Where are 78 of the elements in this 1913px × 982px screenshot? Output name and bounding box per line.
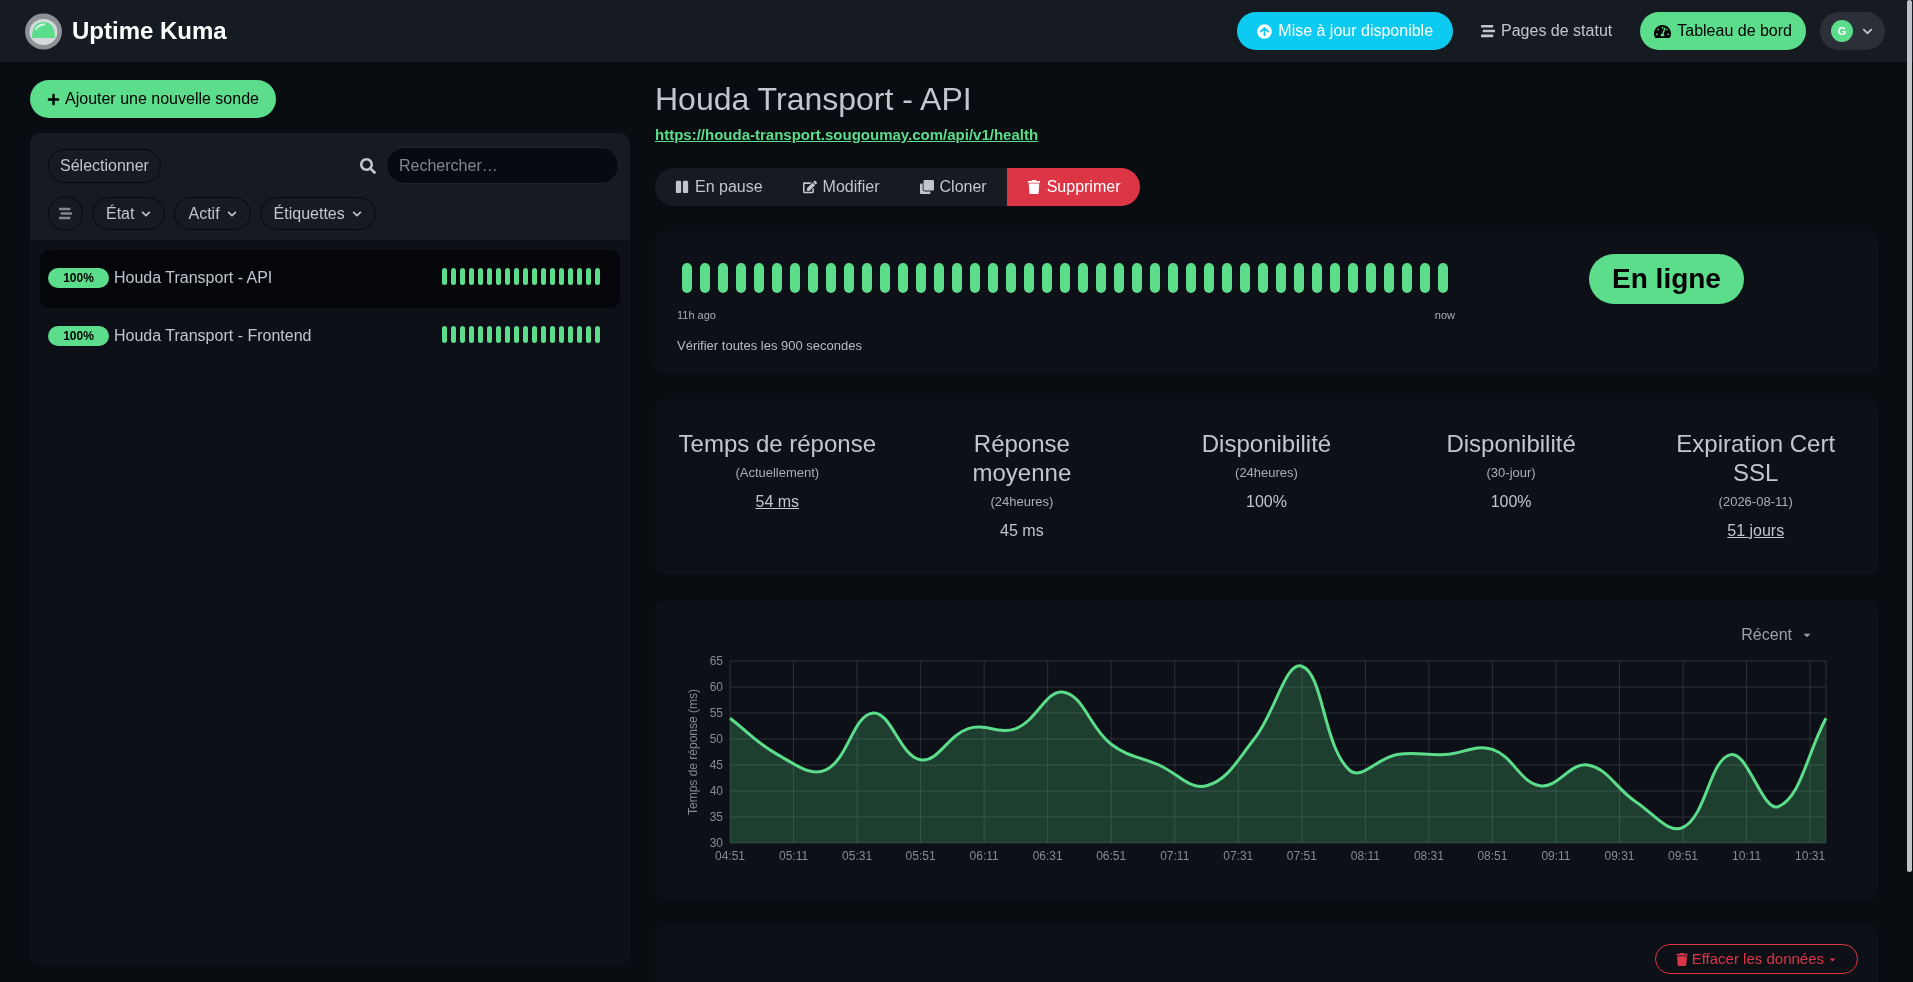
lines-icon <box>59 207 72 220</box>
axis-tick-label: 40 <box>709 784 723 798</box>
stat-title: Temps de réponse <box>677 429 877 458</box>
copy-icon <box>919 180 934 194</box>
check-interval-text: Vérifier toutes les 900 secondes <box>677 336 862 355</box>
axis-tick-label: 05:51 <box>905 849 936 863</box>
uptime-badge: 100% <box>48 268 109 288</box>
stat-title: Disponibilité <box>1200 429 1333 458</box>
axis-tick-label: 06:51 <box>1096 849 1127 863</box>
search-icon <box>360 157 376 174</box>
monitor-url-link[interactable]: https://houda-transport.sougoumay.com/api/v1/health <box>655 126 1039 144</box>
axis-tick-label: 09:31 <box>1604 849 1635 863</box>
status-pages-link[interactable]: Pages de statut <box>1467 12 1627 50</box>
axis-tick-label: 10:11 <box>1732 849 1762 863</box>
gauge-icon <box>1654 22 1672 40</box>
axis-tick-label: 35 <box>709 810 723 824</box>
axis-tick-label: 08:31 <box>1413 849 1444 863</box>
clone-button[interactable]: Cloner <box>899 168 1007 206</box>
stat-period: (24heures) <box>1235 464 1298 482</box>
axis-tick-label: 30 <box>709 836 723 850</box>
status-badge: En ligne <box>1589 254 1744 304</box>
axis-tick-label: 08:11 <box>1350 849 1380 863</box>
axis-tick-label: 05:11 <box>778 849 809 863</box>
stat-value-link[interactable]: 54 ms <box>755 489 800 514</box>
pause-button[interactable]: En pause <box>655 168 783 206</box>
edit-button[interactable]: Modifier <box>782 168 900 206</box>
dashboard-button[interactable]: Tableau de bord <box>1640 12 1806 50</box>
monitor-name: Houda Transport - API <box>114 268 273 288</box>
plus-icon <box>47 92 60 106</box>
axis-tick-label: 07:11 <box>1160 849 1190 863</box>
stat-title: Réponse moyenne <box>971 429 1073 487</box>
stat-value: 45 ms <box>1000 520 1044 541</box>
stat-title: Disponibilité <box>1445 429 1577 458</box>
lines-icon <box>1481 24 1496 38</box>
edit-icon <box>802 180 817 194</box>
monitor-title: Houda Transport - API <box>655 80 972 118</box>
logo-icon <box>25 12 62 50</box>
stat-period: (2026-08-11) <box>1718 493 1793 511</box>
axis-tick-label: 07:51 <box>1286 849 1317 863</box>
stat-period: (Actuellement) <box>735 464 820 482</box>
pause-icon <box>675 180 689 194</box>
trash-icon <box>1026 180 1041 194</box>
axis-tick-label: 60 <box>709 680 723 694</box>
add-monitor-button[interactable]: Ajouter une nouvelle sonde <box>30 80 276 118</box>
trash-icon <box>1675 952 1688 966</box>
axis-tick-label: 65 <box>709 654 723 668</box>
monitor-name: Houda Transport - Frontend <box>114 326 312 346</box>
axis-tick-label: 07:31 <box>1223 849 1254 863</box>
axis-tick-label: 50 <box>709 732 723 746</box>
timeline-end-label: now <box>1434 308 1455 323</box>
stat-value: 100% <box>1246 491 1287 512</box>
app-name: Uptime Kuma <box>72 16 227 46</box>
chevron-down-icon <box>226 208 237 219</box>
chevron-down-icon <box>141 208 152 219</box>
axis-tick-label: 10:31 <box>1795 849 1826 863</box>
axis-tick-label: 45 <box>709 758 723 772</box>
search-field[interactable]: Rechercher… <box>386 147 619 184</box>
stat-period: (30-jour) <box>1486 464 1536 482</box>
axis-tick-label: 05:31 <box>842 849 873 863</box>
avatar: G <box>1831 20 1853 42</box>
monitor-list-item[interactable]: 100% Houda Transport - API <box>40 250 620 308</box>
axis-tick-label: 08:51 <box>1477 849 1508 863</box>
axis-tick-label: 09:11 <box>1541 849 1571 863</box>
axis-tick-label: 06:11 <box>969 849 999 863</box>
timeline-start-label: 11h ago <box>677 308 716 323</box>
delete-button[interactable]: Supprimer <box>1006 168 1141 206</box>
stat-value-link[interactable]: 51 jours <box>1727 518 1785 543</box>
axis-tick-label: 55 <box>709 706 723 720</box>
axis-tick-label: 06:31 <box>1032 849 1063 863</box>
stat-title: Expiration Cert SSL <box>1675 429 1837 487</box>
stat-value: 100% <box>1490 491 1532 512</box>
range-dropdown[interactable]: Récent <box>1741 623 1812 647</box>
uptime-badge: 100% <box>48 326 109 346</box>
axis-tick-label: 04:51 <box>715 849 745 863</box>
axis-tick-label: 09:51 <box>1668 849 1699 863</box>
chevron-down-icon <box>351 208 362 219</box>
stat-period: (24heures) <box>990 493 1054 511</box>
axis-title: Temps de réponse (ms) <box>686 689 700 815</box>
